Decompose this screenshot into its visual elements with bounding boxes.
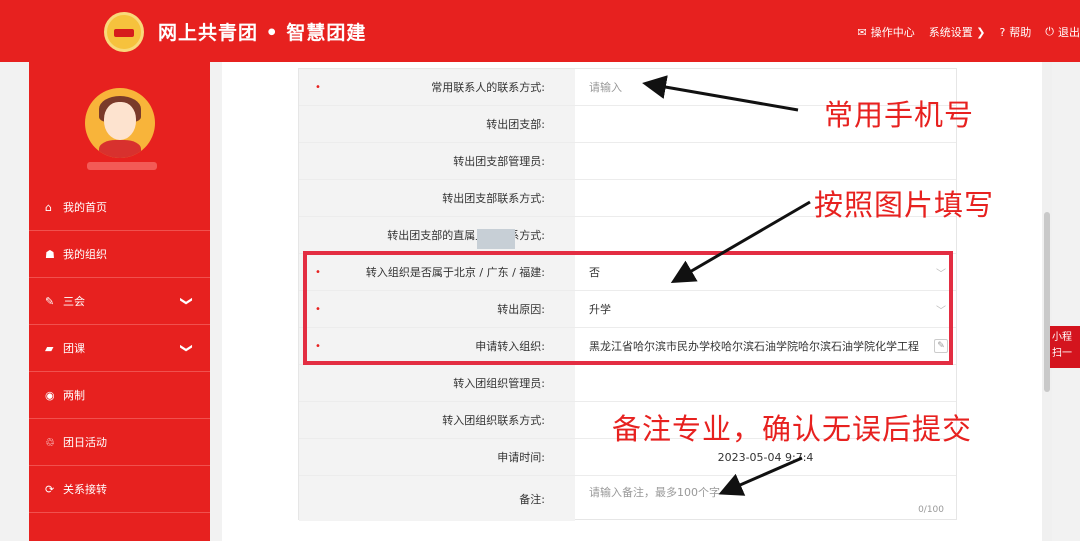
- arrow-to-contact: [642, 75, 799, 112]
- badge-line: 小程: [1052, 332, 1072, 343]
- arrow-to-remark: [718, 456, 803, 496]
- annotation-arrows: [642, 75, 811, 496]
- badge-line: 扫一: [1052, 348, 1072, 359]
- annotation-remark: 备注专业，确认无误后提交: [612, 412, 973, 446]
- annotation-fill: 按照图片填写: [814, 188, 995, 222]
- scrollbar[interactable]: [1042, 62, 1052, 541]
- annotation-phone: 常用手机号: [824, 98, 975, 132]
- arrow-to-select: [670, 200, 811, 284]
- mini-program-badge[interactable]: 小程 扫一: [1050, 326, 1080, 368]
